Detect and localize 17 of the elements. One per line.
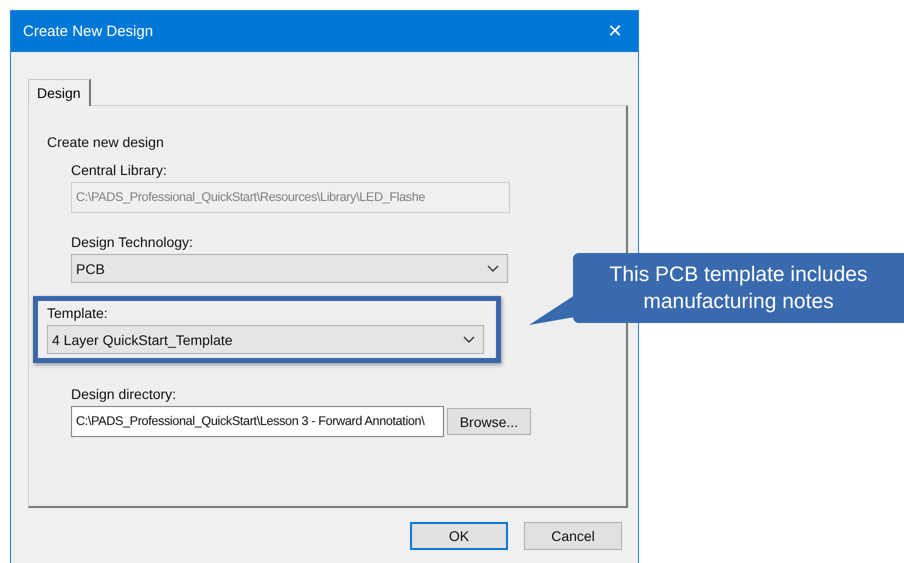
dialog-button[interactable]: OK xyxy=(410,522,508,550)
browse-button[interactable]: Browse... xyxy=(446,408,531,435)
dropdown[interactable]: 4 Layer QuickStart_Template xyxy=(47,325,484,354)
group-label: Create new design xyxy=(47,134,164,150)
field-label: Central Library: xyxy=(71,162,167,178)
field-label: Design Technology: xyxy=(71,234,193,250)
dropdown[interactable]: PCB xyxy=(71,254,508,283)
chevron-icon xyxy=(463,336,475,344)
tab[interactable]: Design xyxy=(28,79,91,106)
close-button[interactable]: ✕ xyxy=(592,11,638,52)
window-title: Create New Design xyxy=(23,23,154,40)
input-field[interactable]: C:\PADS_Professional_QuickStart\Lesson 3 - Forward Annotation\ xyxy=(71,406,444,437)
field-label: Design directory: xyxy=(71,386,176,402)
chevron-icon xyxy=(487,264,499,272)
callout-text: This PCB template includes manufacturing notes xyxy=(608,262,868,315)
dialog-button[interactable]: Cancel xyxy=(524,522,622,550)
field-label: Template: xyxy=(47,305,108,321)
